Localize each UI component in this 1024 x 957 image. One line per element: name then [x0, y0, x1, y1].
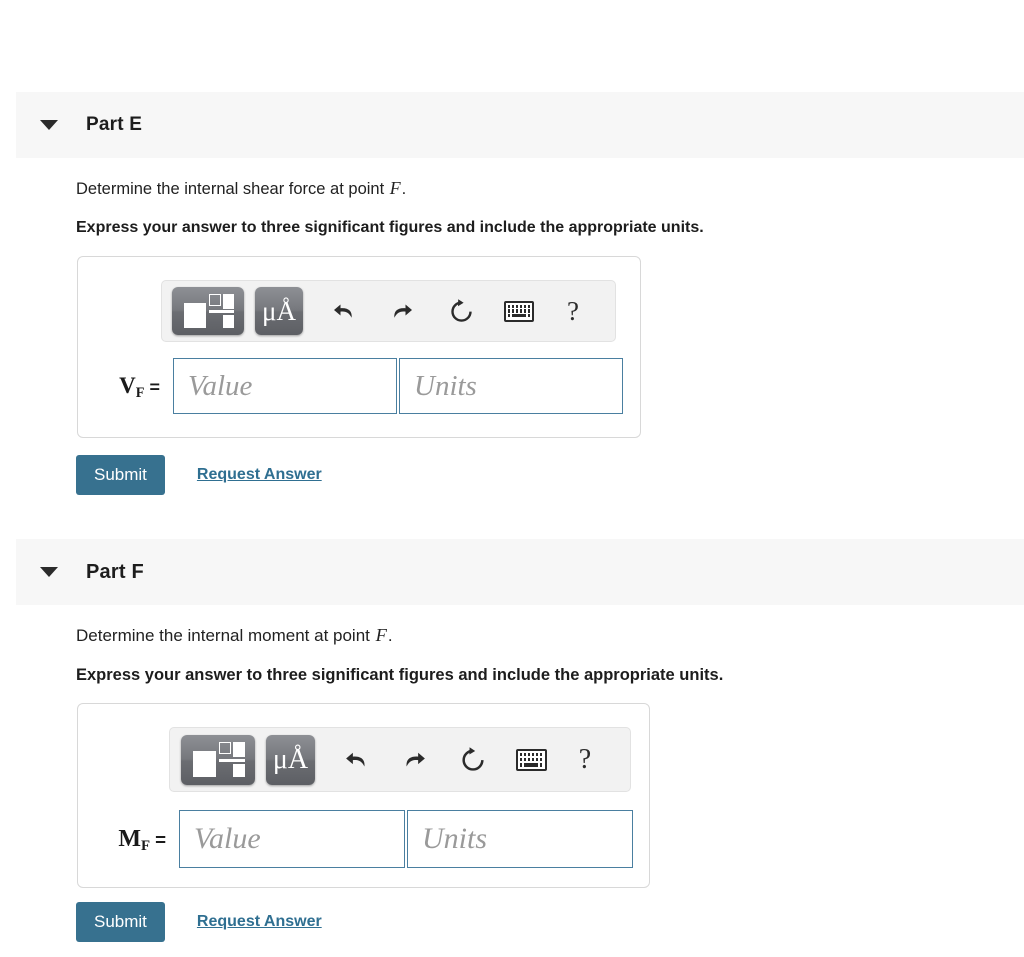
math-template-button[interactable] — [172, 287, 244, 335]
submit-row-e: Submit Request Answer — [76, 455, 322, 495]
equals-sign: = — [149, 377, 160, 397]
value-placeholder: Value — [194, 822, 261, 855]
submit-button-e[interactable]: Submit — [76, 455, 165, 495]
variable-symbol: M — [118, 825, 141, 852]
variable-label-e: VF = — [92, 373, 160, 401]
part-title: Part E — [86, 114, 143, 135]
variable-subscript: F — [135, 384, 145, 401]
answer-input-row-f: MF = Value Units — [92, 810, 633, 868]
prompt-period: . — [387, 626, 393, 645]
equals-sign: = — [155, 828, 166, 850]
value-input-f[interactable]: Value — [179, 810, 405, 868]
triangle-down-icon[interactable] — [40, 120, 58, 130]
request-answer-link-f[interactable]: Request Answer — [197, 913, 322, 931]
prompt-variable: F — [375, 625, 387, 645]
units-symbols-button[interactable]: μÅ — [266, 734, 315, 785]
units-input-f[interactable]: Units — [407, 810, 633, 868]
prompt-text: Determine the internal shear force at po… — [76, 180, 389, 198]
part-instruction-e: Express your answer to three significant… — [76, 219, 704, 236]
part-header-e: Part E — [16, 92, 1024, 158]
units-symbols-button[interactable]: μÅ — [255, 287, 303, 335]
submit-row-f: Submit Request Answer — [76, 902, 322, 942]
units-placeholder: Units — [422, 822, 488, 855]
part-header-f: Part F — [16, 539, 1024, 605]
reset-icon[interactable] — [444, 294, 478, 328]
submit-button-f[interactable]: Submit — [76, 902, 165, 942]
help-icon[interactable]: ? — [574, 743, 596, 777]
math-template-button[interactable] — [181, 734, 255, 785]
units-input-e[interactable]: Units — [399, 358, 623, 414]
variable-symbol: V — [119, 373, 136, 398]
request-answer-link-e[interactable]: Request Answer — [197, 466, 322, 484]
answer-box-f: μÅ ? MF = Value Units — [77, 703, 650, 888]
mu-angstrom-label: μÅ — [272, 743, 309, 775]
value-placeholder: Value — [188, 369, 253, 402]
undo-icon[interactable] — [339, 743, 373, 777]
answer-input-row-e: VF = Value Units — [92, 358, 623, 414]
value-input-e[interactable]: Value — [173, 358, 397, 414]
answer-box-e: μÅ ? VF = Value Units — [77, 256, 641, 438]
redo-icon[interactable] — [385, 294, 419, 328]
units-placeholder: Units — [414, 369, 477, 402]
variable-label-f: MF = — [92, 825, 166, 854]
variable-subscript: F — [140, 837, 151, 854]
prompt-period: . — [401, 180, 407, 198]
math-toolbar-e: μÅ ? — [161, 280, 616, 342]
part-title: Part F — [86, 560, 144, 583]
prompt-text: Determine the internal moment at point — [76, 626, 375, 645]
keyboard-icon[interactable] — [502, 298, 536, 324]
redo-icon[interactable] — [397, 743, 431, 777]
help-icon[interactable]: ? — [562, 294, 584, 328]
part-instruction-f: Express your answer to three significant… — [76, 666, 724, 684]
part-prompt-e: Determine the internal shear force at po… — [76, 178, 406, 199]
prompt-variable: F — [389, 178, 401, 198]
triangle-down-icon[interactable] — [40, 567, 58, 577]
math-toolbar-f: μÅ ? — [169, 727, 631, 792]
part-prompt-f: Determine the internal moment at point F… — [76, 625, 393, 646]
undo-icon[interactable] — [327, 294, 361, 328]
page-root: Part E Determine the internal shear forc… — [0, 0, 1024, 957]
reset-icon[interactable] — [456, 743, 490, 777]
keyboard-icon[interactable] — [514, 747, 548, 773]
mu-angstrom-label: μÅ — [262, 295, 296, 326]
